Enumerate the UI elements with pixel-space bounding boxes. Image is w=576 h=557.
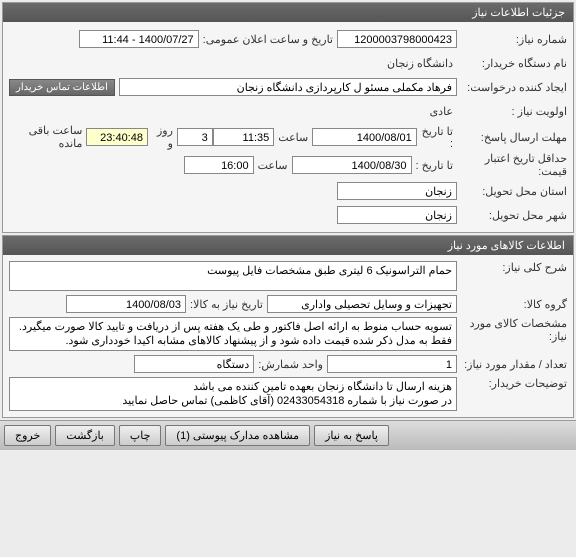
days-field: 3 [177,128,213,146]
notes-field: هزینه ارسال تا دانشگاه زنجان بعهده تامین… [9,377,457,411]
need-info-panel: جزئیات اطلاعات نیاز شماره نیاز: 12000037… [2,2,574,233]
lbl-specs: مشخصات کالای مورد نیاز: [457,317,567,343]
goods-info-panel: اطلاعات کالاهای مورد نیاز شرح کلی نیاز: … [2,235,574,418]
valid-time-field: 16:00 [184,156,254,174]
row-specs: مشخصات کالای مورد نیاز: تسویه حساب منوط … [9,317,567,351]
lbl-to-date: تا تاریخ : [417,125,457,150]
row-buyer: نام دستگاه خریدار: دانشگاه زنجان [9,52,567,74]
exit-button[interactable]: خروج [4,425,51,446]
need-date-field: 1400/08/03 [66,295,186,313]
desc-field: حمام التراسونیک 6 لیتری طبق مشخصات فایل … [9,261,457,291]
back-button[interactable]: بازگشت [55,425,115,446]
buyer-text: دانشگاه زنجان [383,55,457,72]
lbl-announce: تاریخ و ساعت اعلان عمومی: [199,33,337,46]
row-group: گروه کالا: تجهیزات و وسایل تحصیلی واداری… [9,293,567,315]
deadline-time-field: 11:35 [213,128,275,146]
contact-buyer-button[interactable]: اطلاعات تماس خریدار [9,79,115,96]
priority-text: عادی [426,103,457,120]
province-field: زنجان [337,182,457,200]
row-need-no: شماره نیاز: 1200003798000423 تاریخ و ساع… [9,28,567,50]
deadline-date-field: 1400/08/01 [312,128,417,146]
lbl-group: گروه کالا: [457,298,567,311]
print-button[interactable]: چاپ [119,425,162,446]
panel1-body: شماره نیاز: 1200003798000423 تاریخ و ساع… [3,22,573,232]
lbl-buyer: نام دستگاه خریدار: [457,57,567,70]
row-city: شهر محل تحویل: زنجان [9,204,567,226]
city-field: زنجان [337,206,457,224]
row-notes: توضیحات خریدار: هزینه ارسال تا دانشگاه ز… [9,377,567,411]
row-desc: شرح کلی نیاز: حمام التراسونیک 6 لیتری طب… [9,261,567,291]
lbl-hour1: ساعت [274,131,312,144]
row-deadline: مهلت ارسال پاسخ: تا تاریخ : 1400/08/01 س… [9,124,567,150]
panel2-body: شرح کلی نیاز: حمام التراسونیک 6 لیتری طب… [3,255,573,417]
attachments-button[interactable]: مشاهده مدارک پیوستی (1) [165,425,310,446]
countdown-field: 23:40:48 [86,128,148,146]
lbl-notes: توضیحات خریدار: [457,377,567,390]
lbl-unit: واحد شمارش: [254,358,327,371]
lbl-qty: تعداد / مقدار مورد نیاز: [457,358,567,371]
lbl-desc: شرح کلی نیاز: [457,261,567,274]
specs-field: تسویه حساب منوط به ارائه اصل فاکتور و طی… [9,317,457,351]
lbl-need-no: شماره نیاز: [457,33,567,46]
lbl-need-date: تاریخ نیاز به کالا: [186,298,267,311]
lbl-requester: ایجاد کننده درخواست: [457,81,567,94]
requester-field: فرهاد مکملی مسئو ل کارپردازی دانشگاه زنج… [119,78,457,96]
lbl-deadline: مهلت ارسال پاسخ: [457,131,567,144]
lbl-min-valid: حداقل تاریخ اعتبار قیمت: [457,152,567,178]
panel1-title: جزئیات اطلاعات نیاز [3,3,573,22]
announce-field: 1400/07/27 - 11:44 [79,30,199,48]
row-qty: تعداد / مقدار مورد نیاز: 1 واحد شمارش: د… [9,353,567,375]
reply-button[interactable]: پاسخ به نیاز [314,425,389,446]
unit-field: دستگاه [134,355,254,373]
row-priority: اولویت نیاز : عادی [9,100,567,122]
valid-date-field: 1400/08/30 [292,156,412,174]
row-valid: حداقل تاریخ اعتبار قیمت: تا تاریخ : 1400… [9,152,567,178]
lbl-city: شهر محل تحویل: [457,209,567,222]
lbl-to-date2: تا تاریخ : [412,159,457,172]
need-no-field: 1200003798000423 [337,30,457,48]
lbl-days-and: روز و [148,124,177,150]
row-province: استان محل تحویل: زنجان [9,180,567,202]
qty-field: 1 [327,355,457,373]
lbl-province: استان محل تحویل: [457,185,567,198]
group-field: تجهیزات و وسایل تحصیلی واداری [267,295,457,313]
lbl-remaining: ساعت باقی مانده [9,124,86,150]
lbl-priority: اولویت نیاز : [457,105,567,118]
panel2-title: اطلاعات کالاهای مورد نیاز [3,236,573,255]
action-toolbar: پاسخ به نیاز مشاهده مدارک پیوستی (1) چاپ… [0,420,576,450]
row-requester: ایجاد کننده درخواست: فرهاد مکملی مسئو ل … [9,76,567,98]
lbl-hour2: ساعت [254,159,292,172]
